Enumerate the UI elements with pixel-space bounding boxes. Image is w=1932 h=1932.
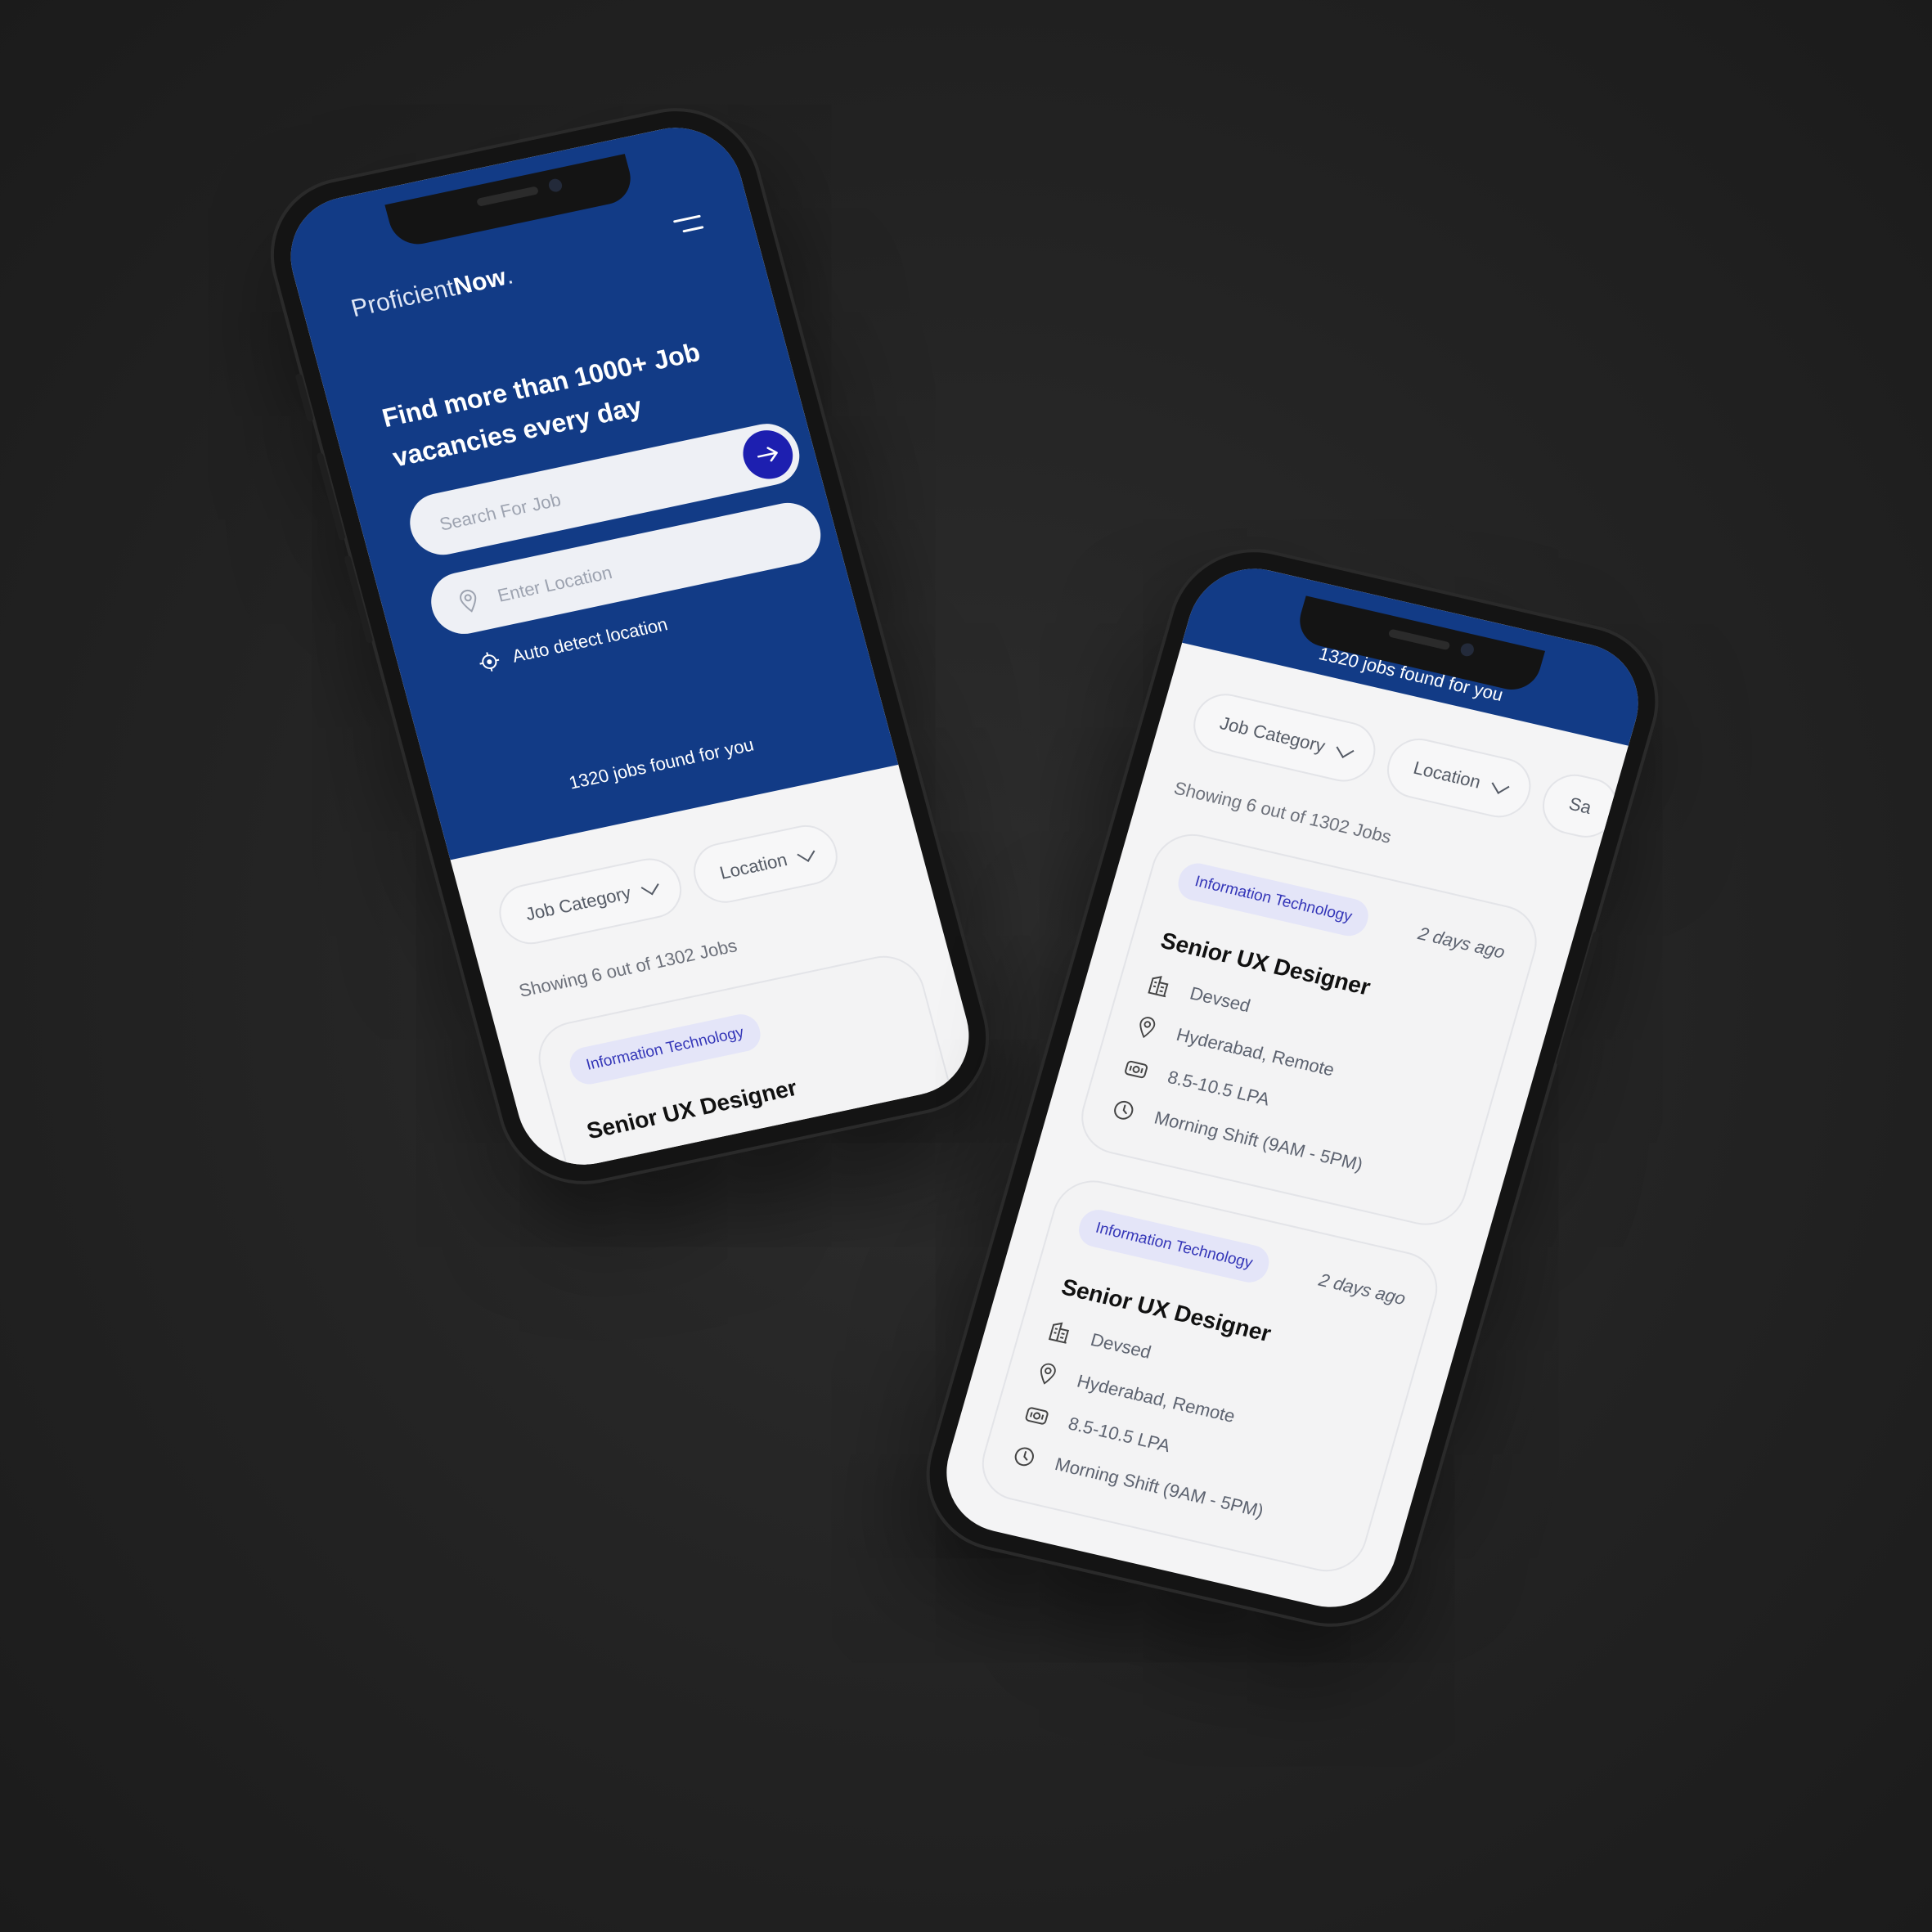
chevron-down-icon bbox=[1336, 740, 1355, 758]
posted-time: 2 days ago bbox=[1316, 1269, 1409, 1310]
brand-logo[interactable]: ProficientNow. bbox=[348, 262, 516, 323]
building-icon bbox=[1148, 976, 1169, 998]
category-tag: Information Technology bbox=[1174, 860, 1373, 940]
money-icon bbox=[1025, 1407, 1049, 1425]
job-card[interactable]: Information Technology 2 days ago Senior… bbox=[973, 1172, 1447, 1579]
clock-icon bbox=[1114, 1100, 1134, 1120]
filter-location[interactable]: Location bbox=[686, 820, 845, 909]
auto-detect-label: Auto detect location bbox=[510, 613, 670, 667]
chevron-down-icon bbox=[1491, 776, 1510, 794]
money-icon bbox=[1125, 1060, 1148, 1079]
filter-salary[interactable]: Sa bbox=[1535, 768, 1625, 844]
volume-down-button bbox=[344, 555, 374, 644]
filter-job-category[interactable]: Job Category bbox=[1186, 687, 1383, 788]
filter-job-category[interactable]: Job Category bbox=[492, 852, 689, 950]
phone-mockup-home: ProficientNow. Find more than 1000+ Job … bbox=[256, 97, 1004, 1196]
chevron-down-icon bbox=[797, 843, 815, 862]
chevron-down-icon bbox=[640, 877, 659, 896]
clock-icon bbox=[1014, 1447, 1034, 1467]
company-name: Devsed bbox=[1188, 982, 1253, 1017]
crosshair-icon bbox=[479, 652, 500, 672]
company-name: Devsed bbox=[1088, 1329, 1154, 1363]
search-submit-button[interactable] bbox=[737, 425, 798, 484]
job-card[interactable]: Information Technology 2 days ago Senior… bbox=[1072, 826, 1547, 1233]
location-pin-icon bbox=[1139, 1017, 1156, 1039]
building-icon bbox=[1048, 1322, 1070, 1344]
volume-up-button bbox=[316, 452, 346, 541]
company-name: Devsed bbox=[637, 1143, 703, 1176]
job-salary: 8.5-10.5 LPA bbox=[1165, 1066, 1273, 1110]
screen-results: 1320 jobs found for you Job Category Loc… bbox=[931, 555, 1654, 1620]
screen-home: ProficientNow. Find more than 1000+ Job … bbox=[276, 115, 983, 1177]
category-tag: Information Technology bbox=[1074, 1206, 1274, 1287]
arrow-right-icon bbox=[757, 447, 778, 462]
posted-time: 2 days ago bbox=[1416, 923, 1507, 963]
phone-mockup-results: 1320 jobs found for you Job Category Loc… bbox=[910, 537, 1674, 1639]
location-pin-icon bbox=[1040, 1363, 1056, 1385]
category-tag: Information Technology bbox=[565, 1010, 765, 1088]
building-icon bbox=[599, 1163, 622, 1177]
location-pin-icon bbox=[460, 589, 477, 613]
mute-switch bbox=[294, 373, 314, 422]
job-salary: 8.5-10.5 LPA bbox=[1066, 1413, 1173, 1457]
menu-icon[interactable] bbox=[672, 213, 704, 236]
filter-location[interactable]: Location bbox=[1380, 732, 1539, 824]
hero-section: ProficientNow. Find more than 1000+ Job … bbox=[276, 115, 899, 860]
results-section: Job Category Location Sa Showing 6 out o… bbox=[941, 643, 1628, 1587]
